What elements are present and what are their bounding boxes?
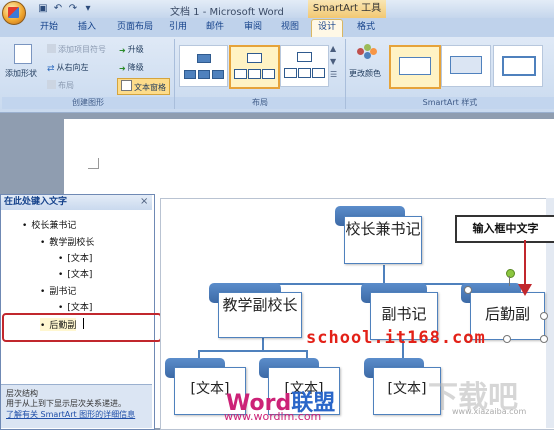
arrow-down-icon [518, 284, 532, 296]
demote-arrow-icon: ➜ [119, 64, 126, 73]
add-shape-icon [14, 44, 32, 64]
resize-handle[interactable] [540, 335, 548, 343]
office-logo-icon [8, 7, 19, 18]
learn-more-link[interactable]: 了解有关 SmartArt 图形的详细信息 [6, 409, 135, 420]
node-level2-1[interactable]: 教学副校长 [218, 292, 302, 338]
undo-icon[interactable]: ↶ [52, 3, 64, 15]
save-icon[interactable]: ▣ [37, 3, 49, 15]
node-top[interactable]: 校长兼书记 [344, 216, 422, 264]
promote-button[interactable]: ➜ 升级 [119, 44, 144, 55]
add-shape-button[interactable]: 添加形状 [5, 68, 37, 79]
change-colors-button[interactable]: 更改颜色 [349, 68, 381, 79]
right-to-left-button[interactable]: ⇄ 从右向左 [47, 62, 89, 74]
tab-review[interactable]: 审阅 [238, 20, 268, 35]
group-label: SmartArt 样式 [346, 97, 554, 109]
group-label: 创建图形 [2, 97, 174, 109]
tab-mailings[interactable]: 邮件 [200, 20, 230, 35]
list-item[interactable]: [文本] [58, 267, 92, 280]
rotate-handle-icon[interactable] [506, 269, 515, 278]
tab-view[interactable]: 视图 [275, 20, 305, 35]
connector [262, 338, 264, 350]
tab-design[interactable]: 设计 [311, 19, 343, 38]
tab-references[interactable]: 引用 [163, 20, 193, 35]
layout-button[interactable]: 布局 [47, 80, 74, 91]
rotate-handle-line [509, 276, 510, 286]
qat-dropdown-icon[interactable]: ▾ [82, 3, 94, 15]
layout-icon [47, 80, 56, 89]
text-pane-icon [121, 80, 132, 91]
change-colors-icon [357, 44, 377, 64]
watermark-school: school.it168.com [306, 328, 486, 348]
margin-corner-mark [88, 158, 99, 169]
list-item[interactable]: [文本] [58, 251, 92, 264]
layout-thumb-2[interactable] [229, 45, 280, 89]
list-item[interactable]: 副书记 [40, 284, 76, 297]
resize-handle[interactable] [503, 335, 511, 343]
resize-handle[interactable] [464, 286, 472, 294]
gallery-scroll-up-icon[interactable]: ▲ [330, 44, 336, 53]
bullet-icon [47, 44, 56, 53]
watermark-url: www.wordlm.com [224, 410, 322, 423]
connector [198, 350, 200, 358]
tab-home[interactable]: 开始 [34, 20, 64, 35]
office-button[interactable] [2, 1, 26, 25]
tab-format[interactable]: 格式 [350, 20, 382, 35]
tab-page-layout[interactable]: 页面布局 [110, 20, 160, 35]
style-thumb-1[interactable] [389, 45, 441, 89]
watermark-logo-url: www.xiazaiba.com [452, 407, 527, 416]
rtl-icon: ⇄ [47, 64, 55, 74]
tab-insert[interactable]: 插入 [72, 20, 102, 35]
context-tab-title: SmartArt 工具 [308, 0, 386, 18]
redo-icon[interactable]: ↷ [67, 3, 79, 15]
promote-arrow-icon: ➜ [119, 46, 126, 55]
connector [198, 350, 308, 352]
window-title: 文档 1 - Microsoft Word [170, 7, 284, 18]
footer-description: 用于从上到下显示层次关系递进。 [6, 399, 126, 408]
close-icon[interactable]: × [140, 196, 148, 207]
callout-label: 输入框中文字 [455, 215, 554, 243]
list-item[interactable]: 教学副校长 [40, 235, 94, 248]
highlight-box [2, 313, 162, 342]
text-pane-title: 在此处键入文字 [1, 195, 152, 210]
resize-handle[interactable] [540, 312, 548, 320]
callout-arrow [524, 240, 526, 286]
list-item[interactable]: 校长兼书记 [22, 218, 76, 231]
layout-thumb-1[interactable] [179, 45, 228, 87]
connector [383, 265, 385, 283]
demote-button[interactable]: ➜ 降级 [119, 62, 144, 73]
gallery-scroll-down-icon[interactable]: ▼ [330, 57, 336, 66]
text-pane-button[interactable]: 文本窗格 [117, 78, 170, 95]
connector [306, 350, 308, 358]
style-thumb-3[interactable] [493, 45, 543, 87]
gallery-more-icon[interactable]: ☰ [330, 70, 337, 79]
list-item[interactable]: [文本] [58, 300, 92, 313]
style-thumb-2[interactable] [441, 45, 491, 87]
layout-thumb-3[interactable] [280, 45, 329, 87]
group-label: 布局 [175, 97, 345, 109]
add-bullet-button[interactable]: 添加项目符号 [47, 44, 106, 55]
